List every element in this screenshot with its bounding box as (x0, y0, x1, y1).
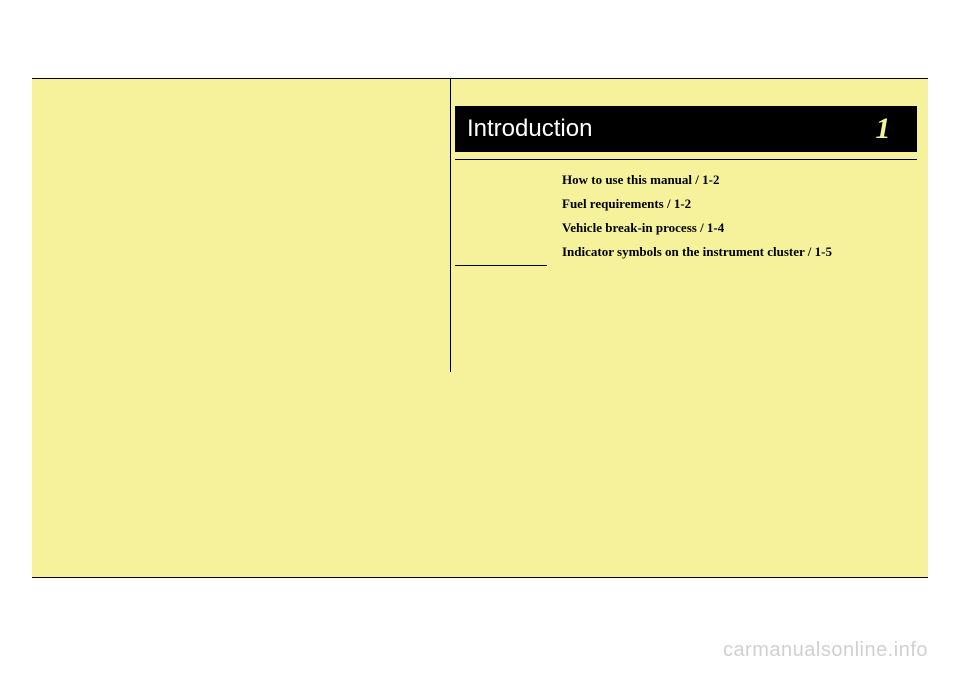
toc-divider-bottom (455, 265, 547, 266)
chapter-title-bar: Introduction 1 (455, 106, 917, 152)
chapter-badge: 1 (849, 106, 917, 152)
manual-page: Introduction 1 How to use this manual / … (32, 78, 928, 578)
vertical-divider (450, 79, 451, 372)
toc-divider-top (455, 159, 917, 160)
watermark: carmanualsonline.info (723, 639, 928, 662)
toc-item: Indicator symbols on the instrument clus… (562, 241, 922, 263)
toc-item: Vehicle break-in process / 1-4 (562, 217, 922, 239)
toc-item: Fuel requirements / 1-2 (562, 193, 922, 215)
toc-item: How to use this manual / 1-2 (562, 169, 922, 191)
table-of-contents: How to use this manual / 1-2 Fuel requir… (562, 169, 922, 265)
chapter-title: Introduction (467, 115, 592, 143)
chapter-number: 1 (876, 112, 891, 146)
